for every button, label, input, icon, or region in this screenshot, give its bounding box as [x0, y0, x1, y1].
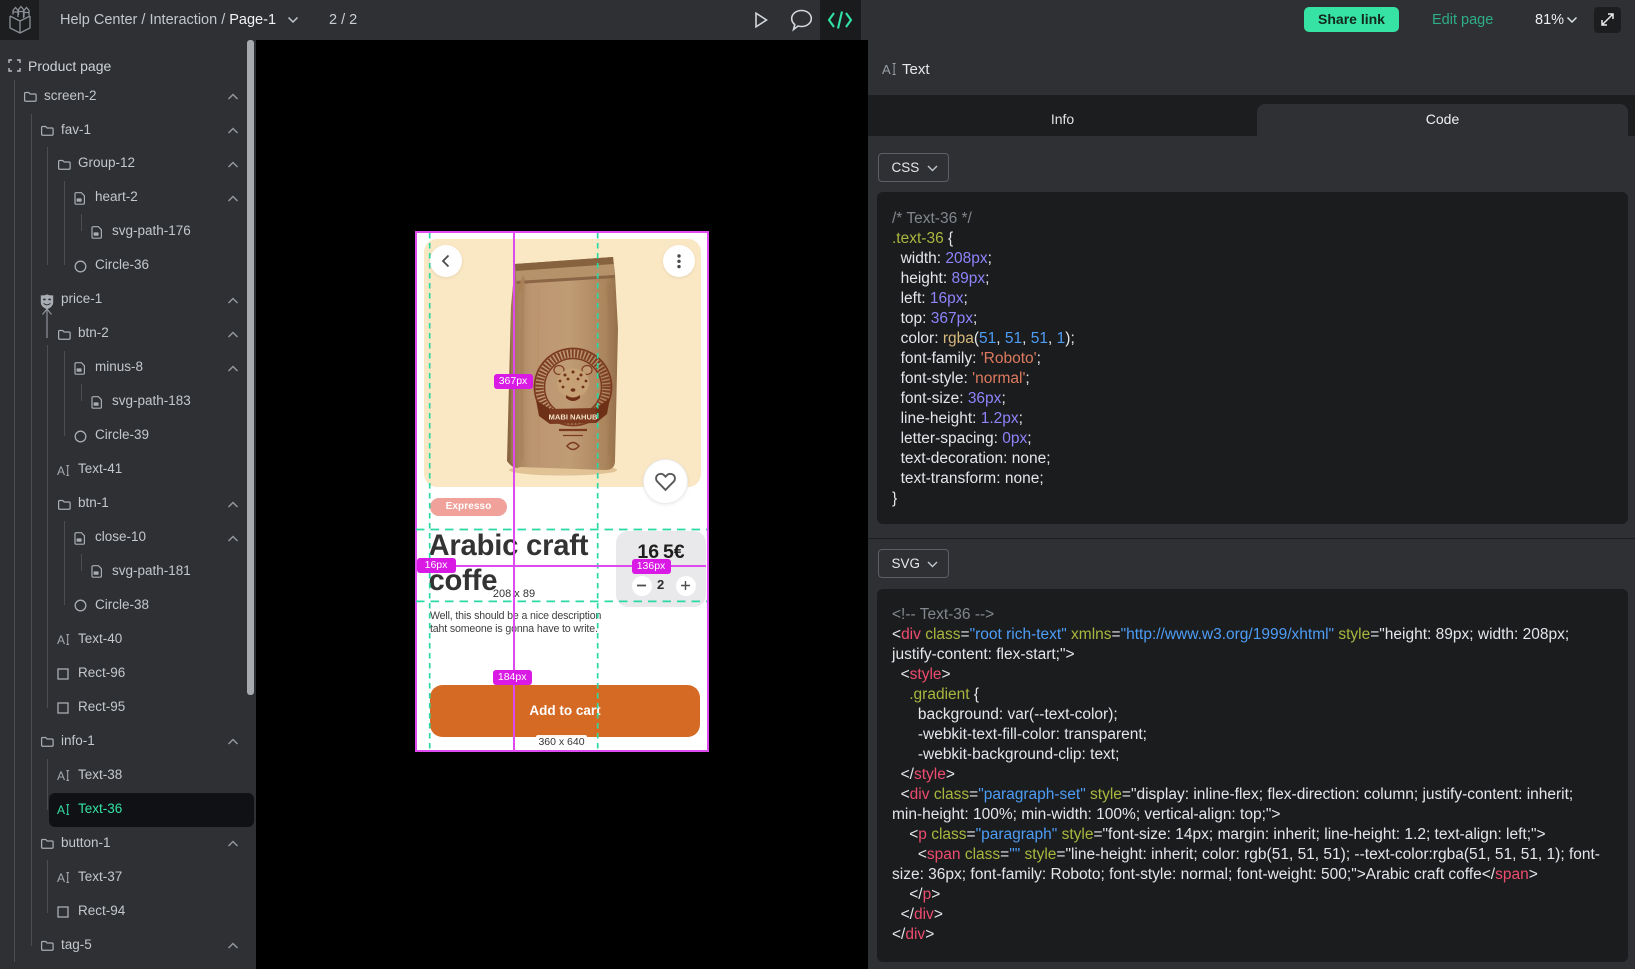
svg-text:A: A	[57, 871, 65, 884]
svg-text:A: A	[57, 464, 65, 477]
svg-text:A: A	[57, 803, 65, 816]
svg-text:A: A	[57, 769, 65, 782]
svg-text:A: A	[57, 633, 65, 646]
svg-text:A: A	[882, 62, 891, 76]
